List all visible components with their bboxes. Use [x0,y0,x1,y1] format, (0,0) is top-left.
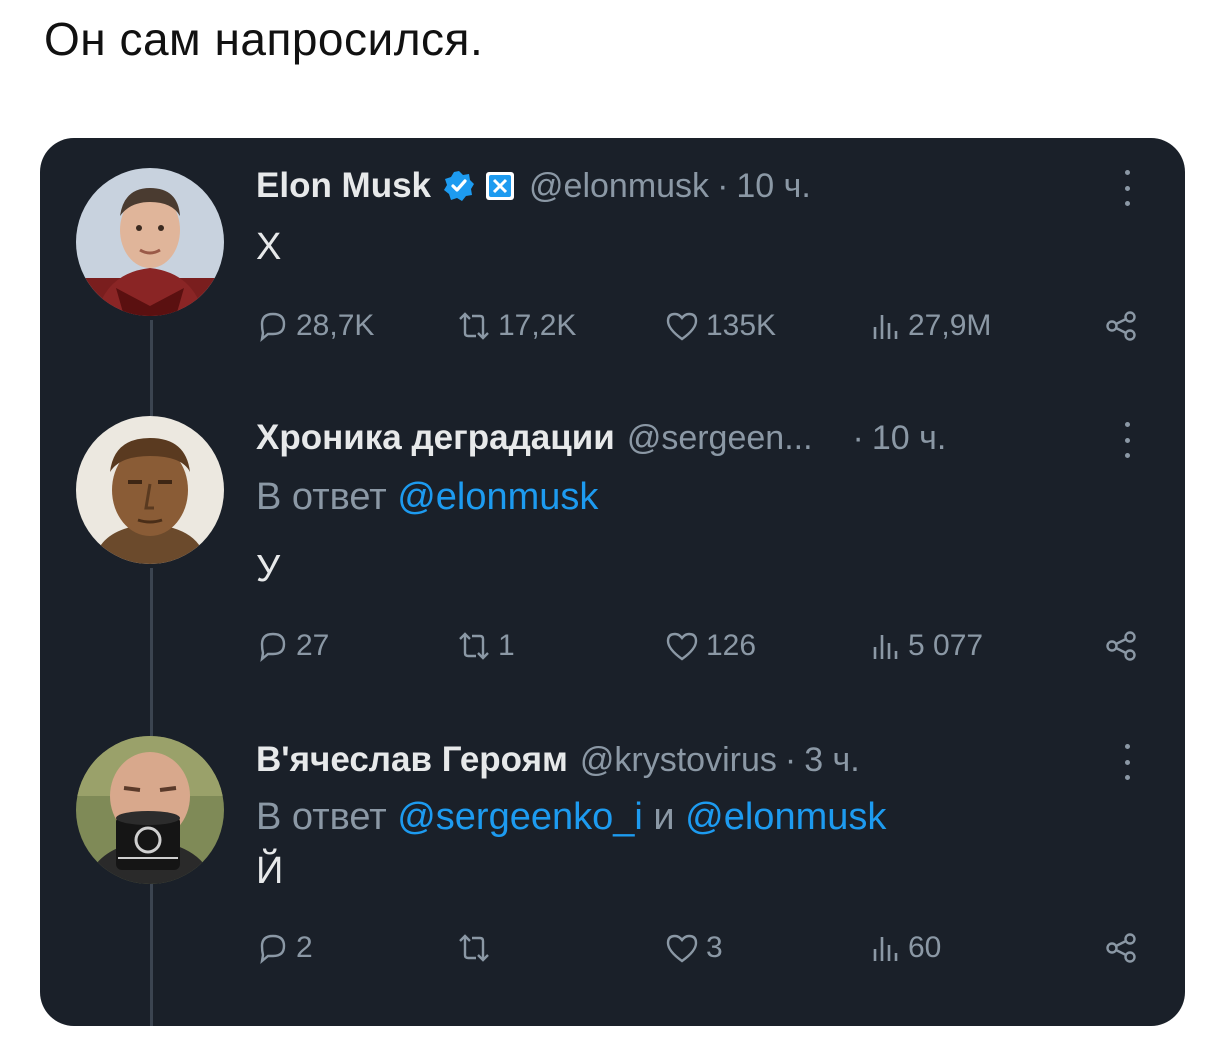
repost-icon [459,934,489,962]
share-button[interactable] [1104,626,1146,666]
reply-prefix: В ответ [256,796,398,838]
repost-icon [459,312,489,340]
views-icon [873,315,898,339]
views-count: 60 [908,931,942,964]
share-icon [1106,631,1136,661]
mention-link[interactable]: @elonmusk [397,476,598,518]
reply-context: В ответ @sergeenko_i и @elonmusk [256,796,886,839]
verified-badge-icon [443,170,475,202]
views-icon [873,635,898,659]
reply-count: 2 [296,931,313,964]
views-icon [873,937,898,961]
avatar[interactable] [76,168,224,316]
repost-count: 17,2K [498,309,577,342]
like-count: 135K [706,309,777,342]
reply-button[interactable]: 2 [256,928,313,968]
more-options-icon[interactable] [1117,170,1137,206]
like-count: 126 [706,629,757,662]
separator-dot: · [784,740,797,779]
tweet-thread-card: Elon Musk @elonmusk · 10 ч. Х 28,7K 17,2… [40,138,1185,1026]
reply-count: 27 [296,629,330,662]
repost-button[interactable]: 1 [456,626,515,666]
tweet-timestamp[interactable]: 3 ч. [804,741,860,780]
tweet-elon[interactable]: Elon Musk @elonmusk · 10 ч. Х 28,7K 17,2… [40,138,1185,388]
tweet-actions: 28,7K 17,2K 135K 27,9M [256,306,1136,346]
views-count: 5 077 [908,629,984,662]
reply-icon [260,934,286,964]
views-button[interactable]: 60 [870,928,941,968]
tweet-text: Х [256,226,282,268]
separator-dot: · [717,166,729,205]
mention-link[interactable]: @sergeenko_i [397,796,643,838]
share-button[interactable] [1104,928,1146,968]
repost-icon [459,632,489,660]
repost-button[interactable]: 17,2K [456,306,576,346]
mention-link[interactable]: @elonmusk [685,796,886,838]
share-icon [1106,933,1136,963]
avatar[interactable] [76,416,224,564]
like-button[interactable]: 3 [664,928,723,968]
views-button[interactable]: 27,9M [870,306,991,346]
reply-button[interactable]: 28,7K [256,306,374,346]
repost-count: 1 [498,629,515,662]
tweet-text: Й [256,850,284,892]
like-icon [666,934,698,963]
tweet-actions: 27 1 126 5 077 [256,626,1136,666]
more-options-icon[interactable] [1117,422,1137,458]
affiliation-badge-icon [485,171,515,201]
separator-dot: · [852,418,864,457]
views-button[interactable]: 5 077 [870,626,983,666]
author-name[interactable]: Elon Musk [256,166,431,206]
reply-context: В ответ @elonmusk [256,476,598,519]
like-icon [666,632,698,661]
reply-icon [260,312,286,342]
post-caption: Он сам напросился. [44,13,484,65]
like-button[interactable]: 126 [664,626,756,666]
tweet-actions: 2 3 60 [256,928,1136,968]
like-count: 3 [706,931,723,964]
author-handle[interactable]: @krystovirus [580,741,777,780]
more-options-icon[interactable] [1117,744,1137,780]
reply-icon [260,632,286,662]
author-name[interactable]: В'ячеслав Героям [256,740,568,780]
views-count: 27,9M [908,309,992,342]
share-button[interactable] [1104,306,1146,346]
author-name[interactable]: Хроника деградации [256,418,615,458]
author-handle[interactable]: @sergeen... [627,419,813,458]
mention-joiner: и [642,796,686,838]
tweet-reply-1[interactable]: Хроника деградации @sergeen... · 10 ч. В… [40,398,1185,698]
reply-button[interactable]: 27 [256,626,329,666]
like-button[interactable]: 135K [664,306,776,346]
author-handle[interactable]: @elonmusk [529,167,709,206]
tweet-reply-2[interactable]: В'ячеслав Героям @krystovirus · 3 ч. В о… [40,718,1185,1018]
reply-prefix: В ответ [256,476,398,518]
avatar[interactable] [76,736,224,884]
tweet-timestamp[interactable]: 10 ч. [872,419,946,458]
share-icon [1106,311,1136,341]
reply-count: 28,7K [296,309,375,342]
tweet-timestamp[interactable]: 10 ч. [736,167,810,206]
repost-button[interactable] [456,928,498,968]
like-icon [666,312,698,341]
tweet-text: У [256,548,281,590]
